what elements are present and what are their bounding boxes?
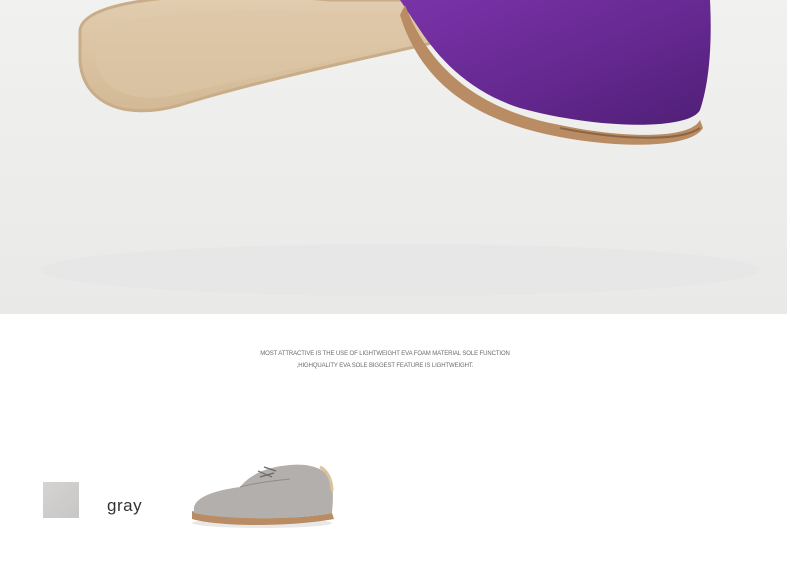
product-detail-page: MOST ATTRACTIVE IS THE USE OF LIGHTWEIGH… [0,0,790,570]
shoe-sole-photo [0,0,787,314]
gray-color-swatch[interactable] [43,482,79,518]
feature-caption-line-1: MOST ATTRACTIVE IS THE USE OF LIGHTWEIGH… [260,351,510,357]
feature-caption-line-2: ,HIGHQUALITY EVA SOLE BIGGEST FEATURE IS… [296,363,474,369]
color-option-label: gray [107,496,143,515]
gray-shoe-image [180,455,340,540]
